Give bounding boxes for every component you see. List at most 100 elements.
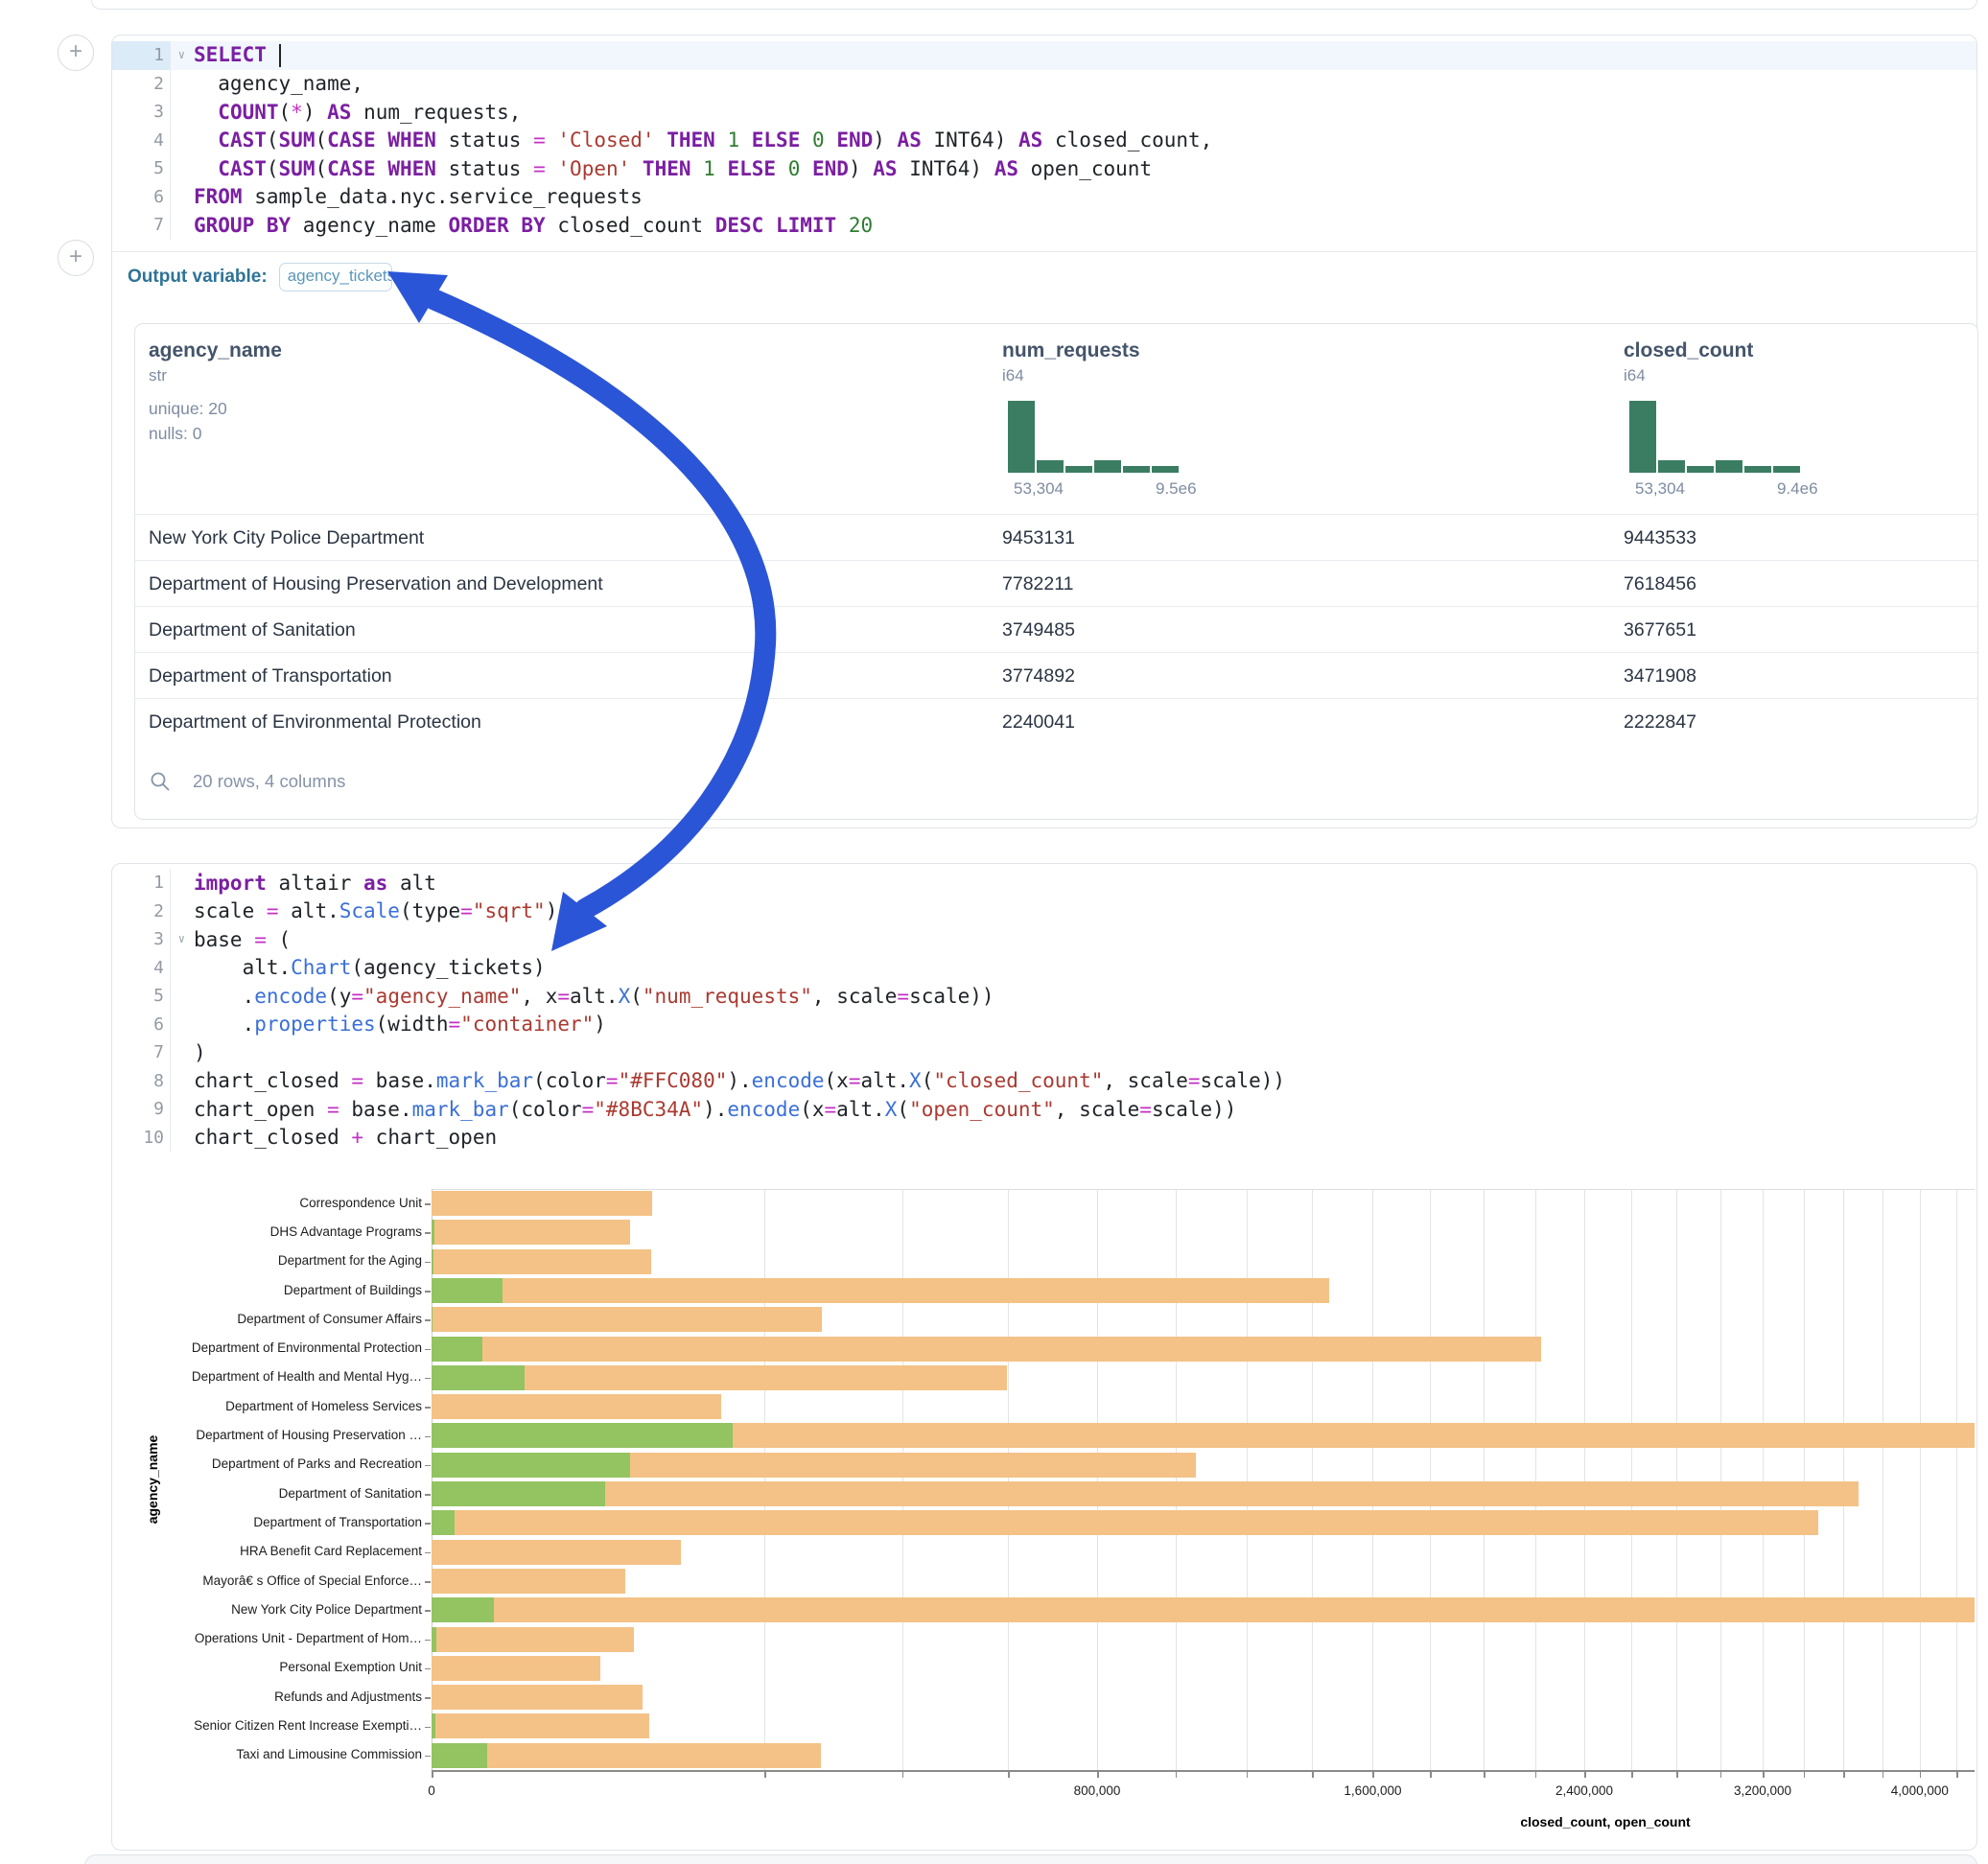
line-number: 5: [112, 982, 171, 1011]
line-number: 2: [112, 897, 171, 926]
bar-open: [432, 1597, 494, 1622]
code-token: AS: [873, 157, 897, 180]
code-token: ): [194, 1041, 206, 1064]
gridline: [1247, 1189, 1248, 1770]
code-token: GROUP BY: [194, 214, 291, 237]
code-text: CAST(SUM(CASE WHEN status = 'Closed' THE…: [171, 128, 1976, 151]
y-tick-label: Department of Transportation: [153, 1515, 422, 1529]
code-token: =: [1188, 1069, 1201, 1092]
x-tick-label: 800,000: [1074, 1783, 1121, 1798]
code-line[interactable]: 5 CAST(SUM(CASE WHEN status = 'Open' THE…: [112, 154, 1976, 183]
x-axis-tick: [1763, 1771, 1765, 1778]
table-row: New York City Police Department945313194…: [135, 514, 1977, 561]
code-line[interactable]: 4 CAST(SUM(CASE WHEN status = 'Closed' T…: [112, 127, 1976, 155]
code-line[interactable]: 7GROUP BY agency_name ORDER BY closed_co…: [112, 211, 1976, 240]
code-token: "num_requests": [643, 985, 812, 1008]
y-tick-label: Department for the Aging: [153, 1253, 422, 1268]
sql-code-editor[interactable]: 1∨SELECT 2 agency_name,3 COUNT(*) AS num…: [112, 41, 1976, 240]
line-number: 6: [112, 183, 171, 212]
y-axis-tick: [425, 1262, 431, 1264]
bar-open: [432, 1249, 433, 1274]
bar-closed: [432, 1481, 1859, 1506]
y-tick-label: Correspondence Unit: [153, 1196, 422, 1210]
code-token: THEN: [667, 128, 715, 151]
code-line[interactable]: 2 agency_name,: [112, 70, 1976, 99]
column-name[interactable]: num_requests: [1002, 339, 1140, 362]
code-token: (x: [825, 1069, 849, 1092]
code-token: CAST: [218, 128, 267, 151]
x-axis-tick: [1631, 1771, 1633, 1778]
code-token: alt.: [836, 1098, 885, 1121]
code-line[interactable]: 1∨SELECT: [112, 41, 1976, 70]
code-token: status: [436, 157, 533, 180]
y-axis-tick: [425, 1581, 431, 1583]
code-line[interactable]: 2scale = alt.Scale(type="sqrt"): [112, 897, 1976, 926]
bar-closed: [432, 1540, 681, 1565]
collapse-chevron-icon[interactable]: ∨: [178, 925, 185, 954]
code-token: X: [885, 1098, 898, 1121]
line-number: 7: [112, 1038, 171, 1067]
bar-closed: [432, 1249, 651, 1274]
code-token: , scale: [1103, 1069, 1188, 1092]
code-token: 1: [703, 157, 715, 180]
table-cell: 7618456: [1624, 573, 1696, 595]
code-line[interactable]: 5 .encode(y="agency_name", x=alt.X("num_…: [112, 982, 1976, 1011]
code-token: [739, 128, 752, 151]
gridline: [1312, 1189, 1313, 1770]
table-row: Department of Transportation377489234719…: [135, 652, 1977, 699]
x-axis-tick: [1430, 1771, 1432, 1778]
code-line[interactable]: 8chart_closed = base.mark_bar(color="#FF…: [112, 1067, 1976, 1096]
bar-open: [432, 1481, 605, 1506]
code-token: alt.: [279, 899, 339, 922]
code-line[interactable]: 4 alt.Chart(agency_tickets): [112, 954, 1976, 983]
code-line[interactable]: 6FROM sample_data.nyc.service_requests: [112, 183, 1976, 212]
code-token: ).: [703, 1098, 727, 1121]
code-line[interactable]: 7): [112, 1038, 1976, 1067]
histogram-bar: [1773, 466, 1800, 473]
code-token: ): [873, 128, 897, 151]
search-icon[interactable]: [149, 770, 172, 793]
code-text: alt.Chart(agency_tickets): [171, 956, 1976, 979]
code-token: =: [533, 128, 546, 151]
collapse-chevron-icon[interactable]: ∨: [178, 41, 185, 70]
x-axis-tick: [902, 1771, 904, 1778]
gridline: [902, 1189, 903, 1770]
python-code-editor[interactable]: 1import altair as alt2scale = alt.Scale(…: [112, 869, 1976, 1152]
output-variable-pill[interactable]: agency_tickets: [279, 263, 392, 291]
code-line[interactable]: 10chart_closed + chart_open: [112, 1124, 1976, 1153]
gridline: [1720, 1189, 1721, 1770]
column-name[interactable]: agency_name: [149, 339, 282, 362]
add-cell-button-output[interactable]: +: [58, 240, 94, 276]
code-token: END: [812, 157, 849, 180]
code-line[interactable]: 3 COUNT(*) AS num_requests,: [112, 98, 1976, 127]
code-token: WHEN: [387, 157, 436, 180]
code-line[interactable]: 3∨base = (: [112, 925, 1976, 954]
bar-closed: [432, 1597, 1975, 1622]
code-line[interactable]: 9chart_open = base.mark_bar(color="#8BC3…: [112, 1095, 1976, 1124]
code-line[interactable]: 1import altair as alt: [112, 869, 1976, 897]
y-tick-label: Department of Environmental Protection: [153, 1340, 422, 1355]
code-token: [825, 128, 837, 151]
histogram-bar: [1744, 466, 1771, 473]
code-token: =: [825, 1098, 837, 1121]
code-token: 'Closed': [557, 128, 654, 151]
python-cell-card: 1import altair as alt2scale = alt.Scale(…: [111, 863, 1977, 1851]
histogram-min-label: 53,304: [1014, 479, 1064, 499]
x-tick-label: 0: [428, 1783, 435, 1798]
x-axis-tick: [1956, 1771, 1958, 1778]
code-line[interactable]: 6 .properties(width="container"): [112, 1011, 1976, 1039]
code-token: num_requests,: [351, 101, 521, 124]
code-token: (: [315, 128, 327, 151]
y-axis-tick: [425, 1349, 431, 1351]
code-token: [194, 157, 218, 180]
code-token: X: [619, 985, 631, 1008]
column-name[interactable]: closed_count: [1624, 339, 1753, 362]
y-tick-label: Senior Citizen Rent Increase Exempti…: [153, 1718, 422, 1733]
code-text: GROUP BY agency_name ORDER BY closed_cou…: [171, 214, 1976, 237]
bar-closed: [432, 1510, 1818, 1535]
add-cell-button-top[interactable]: +: [58, 35, 94, 71]
code-token: LIMIT: [776, 214, 836, 237]
x-axis-title: closed_count, open_count: [1520, 1814, 1690, 1829]
code-token: closed_count,: [1042, 128, 1212, 151]
column-stat: unique: 20: [149, 399, 227, 419]
